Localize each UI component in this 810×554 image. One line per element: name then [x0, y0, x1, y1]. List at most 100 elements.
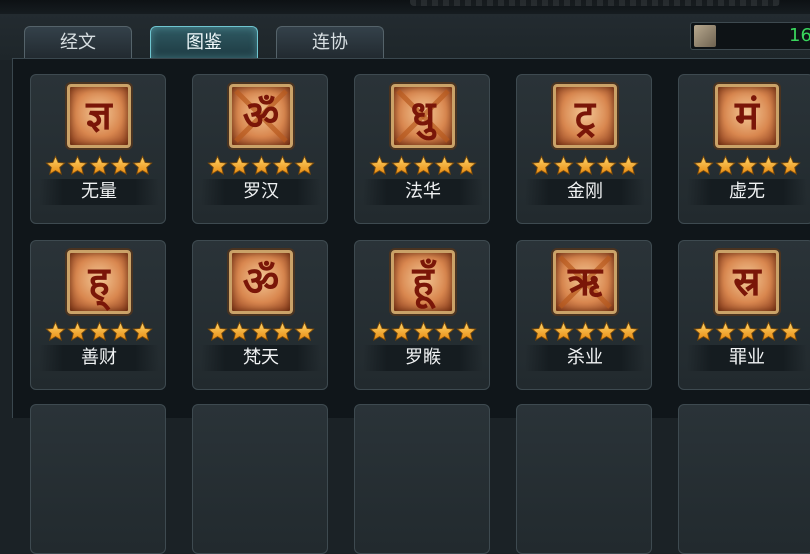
star-icon	[715, 155, 736, 177]
codex-card[interactable]: हूँ 罗睺	[354, 240, 490, 390]
star-icon	[272, 321, 293, 343]
star-icon	[574, 155, 596, 177]
codex-card-partial[interactable]	[516, 404, 652, 554]
codex-card-partial[interactable]	[30, 404, 166, 554]
codex-card-partial[interactable]	[678, 404, 810, 554]
star-icon	[369, 321, 390, 343]
codex-card[interactable]: ट्र 金刚	[516, 74, 652, 224]
codex-card[interactable]: ह् 善财	[30, 240, 166, 390]
star-icon	[391, 155, 412, 177]
rune-glyph: ऋ	[567, 259, 603, 305]
star-icon	[391, 321, 412, 343]
star-icon	[434, 321, 455, 343]
star-icon	[412, 155, 434, 177]
codex-card[interactable]: ऋ 杀业	[516, 240, 652, 390]
codex-card[interactable]: ॐ 梵天	[192, 240, 328, 390]
card-name: 无量	[39, 179, 159, 205]
star-icon	[88, 321, 110, 343]
rune-icon: ट्र	[553, 84, 617, 148]
star-icon	[45, 155, 66, 177]
star-icon	[229, 321, 250, 343]
rune-icon: धु	[391, 84, 455, 148]
star-icon	[110, 155, 131, 177]
star-icon	[736, 155, 758, 177]
card-name: 善财	[39, 345, 159, 371]
star-icon	[618, 155, 639, 177]
star-icon	[715, 321, 736, 343]
codex-card[interactable]: स्र 罪业	[678, 240, 810, 390]
star-icon	[574, 321, 596, 343]
rune-icon: ॐ	[229, 250, 293, 314]
star-icon	[67, 321, 88, 343]
codex-card[interactable]: ॐ 罗汉	[192, 74, 328, 224]
star-icon	[412, 321, 434, 343]
codex-card[interactable]: मं 虚无	[678, 74, 810, 224]
scroll-icon	[694, 25, 716, 47]
star-icon	[207, 321, 228, 343]
star-icon	[67, 155, 88, 177]
star-rating	[693, 321, 801, 343]
card-name: 罪业	[687, 345, 807, 371]
rune-glyph: हूँ	[412, 259, 434, 305]
tab-scripture[interactable]: 经文	[24, 26, 132, 58]
star-rating	[531, 155, 639, 177]
codex-card[interactable]: ज्ञ 无量	[30, 74, 166, 224]
rune-icon: स्र	[715, 250, 779, 314]
tab-codex[interactable]: 图鉴	[150, 26, 258, 58]
rune-glyph: स्र	[733, 259, 761, 305]
rune-glyph: ॐ	[242, 93, 280, 139]
star-icon	[207, 155, 228, 177]
rune-icon: ॐ	[229, 84, 293, 148]
star-icon	[618, 321, 639, 343]
star-icon	[250, 155, 272, 177]
star-icon	[132, 321, 153, 343]
star-icon	[780, 155, 801, 177]
star-icon	[45, 321, 66, 343]
codex-card-partial[interactable]	[192, 404, 328, 554]
star-icon	[596, 155, 617, 177]
rune-icon: हूँ	[391, 250, 455, 314]
tab-synergy[interactable]: 连协	[276, 26, 384, 58]
top-strip	[0, 0, 810, 14]
star-icon	[736, 321, 758, 343]
rune-glyph: मं	[735, 93, 759, 139]
card-name: 罗汉	[201, 179, 321, 205]
rune-icon: ज्ञ	[67, 84, 131, 148]
rune-icon: ऋ	[553, 250, 617, 314]
star-icon	[229, 155, 250, 177]
star-rating	[369, 321, 477, 343]
star-icon	[531, 155, 552, 177]
star-rating	[531, 321, 639, 343]
rune-glyph: ट्र	[574, 93, 596, 139]
rune-glyph: ह्	[88, 259, 110, 305]
star-rating	[369, 155, 477, 177]
star-icon	[294, 155, 315, 177]
rune-glyph: धु	[410, 93, 436, 139]
star-rating	[693, 155, 801, 177]
blurred-header-text	[410, 0, 780, 6]
star-rating	[45, 155, 153, 177]
rune-icon: ह्	[67, 250, 131, 314]
star-icon	[272, 155, 293, 177]
star-icon	[250, 321, 272, 343]
star-icon	[780, 321, 801, 343]
star-icon	[110, 321, 131, 343]
star-icon	[369, 155, 390, 177]
codex-card-partial[interactable]	[354, 404, 490, 554]
star-icon	[758, 155, 779, 177]
star-icon	[758, 321, 779, 343]
codex-card[interactable]: धु 法华	[354, 74, 490, 224]
star-icon	[434, 155, 455, 177]
collection-counter: 16	[690, 22, 810, 50]
star-icon	[531, 321, 552, 343]
star-icon	[456, 155, 477, 177]
rune-icon: मं	[715, 84, 779, 148]
card-name: 金刚	[525, 179, 645, 205]
counter-value: 16	[789, 25, 810, 46]
star-icon	[132, 155, 153, 177]
star-icon	[553, 321, 574, 343]
star-icon	[693, 321, 714, 343]
card-name: 罗睺	[363, 345, 483, 371]
card-name: 梵天	[201, 345, 321, 371]
card-name: 杀业	[525, 345, 645, 371]
